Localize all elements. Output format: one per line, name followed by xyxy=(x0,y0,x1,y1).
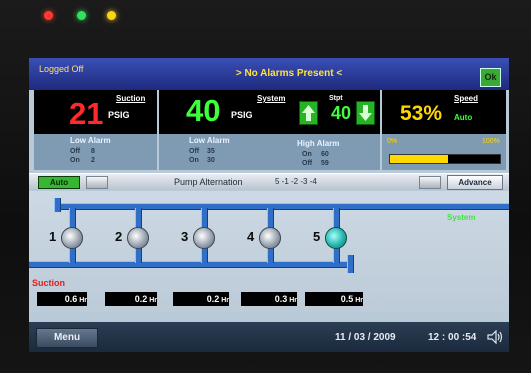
setpoint-up-button[interactable] xyxy=(299,101,318,125)
pump-alternation-label: Pump Alternation xyxy=(174,177,243,187)
suction-low-alarm-label: Low Alarm xyxy=(70,136,111,145)
pump-3-hours-unit: Hr xyxy=(221,297,229,304)
login-status[interactable]: Logged Off xyxy=(39,64,83,74)
scroll-right-handle[interactable] xyxy=(419,176,441,189)
speed-bar-panel: 0% 100% xyxy=(382,134,506,170)
speed-title: Speed xyxy=(454,94,479,103)
system-high-on-value[interactable]: 60 xyxy=(321,151,329,158)
pump-5-number: 5 xyxy=(313,229,321,244)
advance-button[interactable]: Advance xyxy=(447,175,503,190)
pump-4-number: 4 xyxy=(247,229,255,244)
speed-value: 53% xyxy=(400,102,443,125)
pump-2-hours-value: 0.2 xyxy=(134,294,148,304)
system-high-off-label: Off xyxy=(302,160,313,167)
system-header-pipe xyxy=(54,203,509,210)
system-low-on-label: On xyxy=(189,157,199,164)
pump-4-hours-value: 0.3 xyxy=(274,294,288,304)
suction-alarm-panel: Low Alarm Off 8 On 2 xyxy=(34,134,157,170)
system-high-alarm-label: High Alarm xyxy=(297,139,340,148)
footer-bar: Menu 11 / 03 / 2009 12 : 00 :54 xyxy=(29,322,509,352)
pump-sequence: 5 -1 -2 -3 -4 xyxy=(275,177,317,186)
pump-3-icon[interactable] xyxy=(193,227,215,249)
pump-2-icon[interactable] xyxy=(127,227,149,249)
suction-pipe-label: Suction xyxy=(32,278,65,288)
speed-panel: Speed 53% Auto xyxy=(382,90,506,134)
system-low-off-value[interactable]: 35 xyxy=(207,148,215,155)
pump-4-run-hours: 0.3 Hr xyxy=(241,292,297,306)
ok-button[interactable]: Ok xyxy=(480,68,501,87)
pump-5-hours-value: 0.5 xyxy=(340,294,354,304)
system-pipe-label: System xyxy=(447,213,476,222)
alternation-toolbar: Auto Pump Alternation 5 -1 -2 -3 -4 Adva… xyxy=(29,173,509,190)
system-low-off-label: Off xyxy=(189,148,200,155)
suction-pipe-end-cap xyxy=(347,255,354,273)
device-bezel: Logged Off > No Alarms Present < Ok Suct… xyxy=(0,0,531,373)
suction-off-label: Off xyxy=(70,148,81,155)
pump-5-hours-unit: Hr xyxy=(355,297,363,304)
system-title: System xyxy=(257,94,286,103)
suction-off-value[interactable]: 8 xyxy=(91,148,95,155)
current-date: 11 / 03 / 2009 xyxy=(335,332,396,343)
suction-unit: PSIG xyxy=(108,110,130,120)
pump-5-run-hours: 0.5 Hr xyxy=(305,292,363,306)
pump-5-icon[interactable] xyxy=(325,227,347,249)
pump-1-hours-value: 0.6 xyxy=(64,294,78,304)
speed-bar xyxy=(389,154,501,164)
pump-diagram: 1 2 3 4 5 System Suction 0.6 Hr 0.2 Hr 0… xyxy=(29,191,509,313)
pump-1-hours-unit: Hr xyxy=(79,297,87,304)
setpoint-down-button[interactable] xyxy=(356,101,375,125)
speed-min-label: 0% xyxy=(387,138,398,145)
header-bar: Logged Off > No Alarms Present < Ok xyxy=(29,58,509,90)
speed-mode: Auto xyxy=(454,113,473,122)
arrow-up-icon xyxy=(302,105,315,121)
pump-2-run-hours: 0.2 Hr xyxy=(105,292,157,306)
pump-1-run-hours: 0.6 Hr xyxy=(37,292,87,306)
pump-2-hours-unit: Hr xyxy=(149,297,157,304)
current-time: 12 : 00 :54 xyxy=(428,332,477,343)
system-alarm-panel: Low Alarm Off 35 On 30 High Alarm On 60 … xyxy=(159,134,380,170)
setpoint-label: Stpt xyxy=(329,95,343,102)
pump-4-icon[interactable] xyxy=(259,227,281,249)
yellow-indicator-led xyxy=(107,11,116,20)
pump-3-run-hours: 0.2 Hr xyxy=(173,292,229,306)
system-panel: 40 System PSIG Stpt 40 xyxy=(159,90,380,134)
pump-1-number: 1 xyxy=(49,229,57,244)
system-unit: PSIG xyxy=(231,110,253,120)
system-low-on-value[interactable]: 30 xyxy=(207,157,215,164)
suction-pressure-value: 21 xyxy=(69,96,104,131)
system-low-alarm-label: Low Alarm xyxy=(189,136,230,145)
red-indicator-led xyxy=(44,11,53,20)
suction-title: Suction xyxy=(116,94,146,103)
suction-on-label: On xyxy=(70,157,80,164)
alarm-status: > No Alarms Present < xyxy=(235,68,343,79)
speed-bar-fill xyxy=(390,155,449,163)
suction-on-value[interactable]: 2 xyxy=(91,157,95,164)
speaker-icon[interactable] xyxy=(487,330,503,344)
pump-3-number: 3 xyxy=(181,229,189,244)
arrow-down-icon xyxy=(359,105,372,121)
system-high-on-label: On xyxy=(302,151,312,158)
suction-panel: Suction 21 PSIG xyxy=(34,90,157,134)
pump-4-hours-unit: Hr xyxy=(289,297,297,304)
pump-1-icon[interactable] xyxy=(61,227,83,249)
system-pressure-value: 40 xyxy=(186,93,221,128)
auto-button[interactable]: Auto xyxy=(38,176,80,189)
system-pipe-end-cap xyxy=(54,198,61,212)
pump-3-hours-value: 0.2 xyxy=(206,294,220,304)
speed-max-label: 100% xyxy=(482,138,500,145)
scroll-left-handle[interactable] xyxy=(86,176,108,189)
setpoint-value[interactable]: 40 xyxy=(331,104,351,122)
menu-button[interactable]: Menu xyxy=(36,328,98,348)
pump-2-number: 2 xyxy=(115,229,123,244)
green-indicator-led xyxy=(77,11,86,20)
system-high-off-value[interactable]: 59 xyxy=(321,160,329,167)
hmi-screen: Logged Off > No Alarms Present < Ok Suct… xyxy=(29,58,509,352)
suction-header-pipe xyxy=(29,261,349,268)
